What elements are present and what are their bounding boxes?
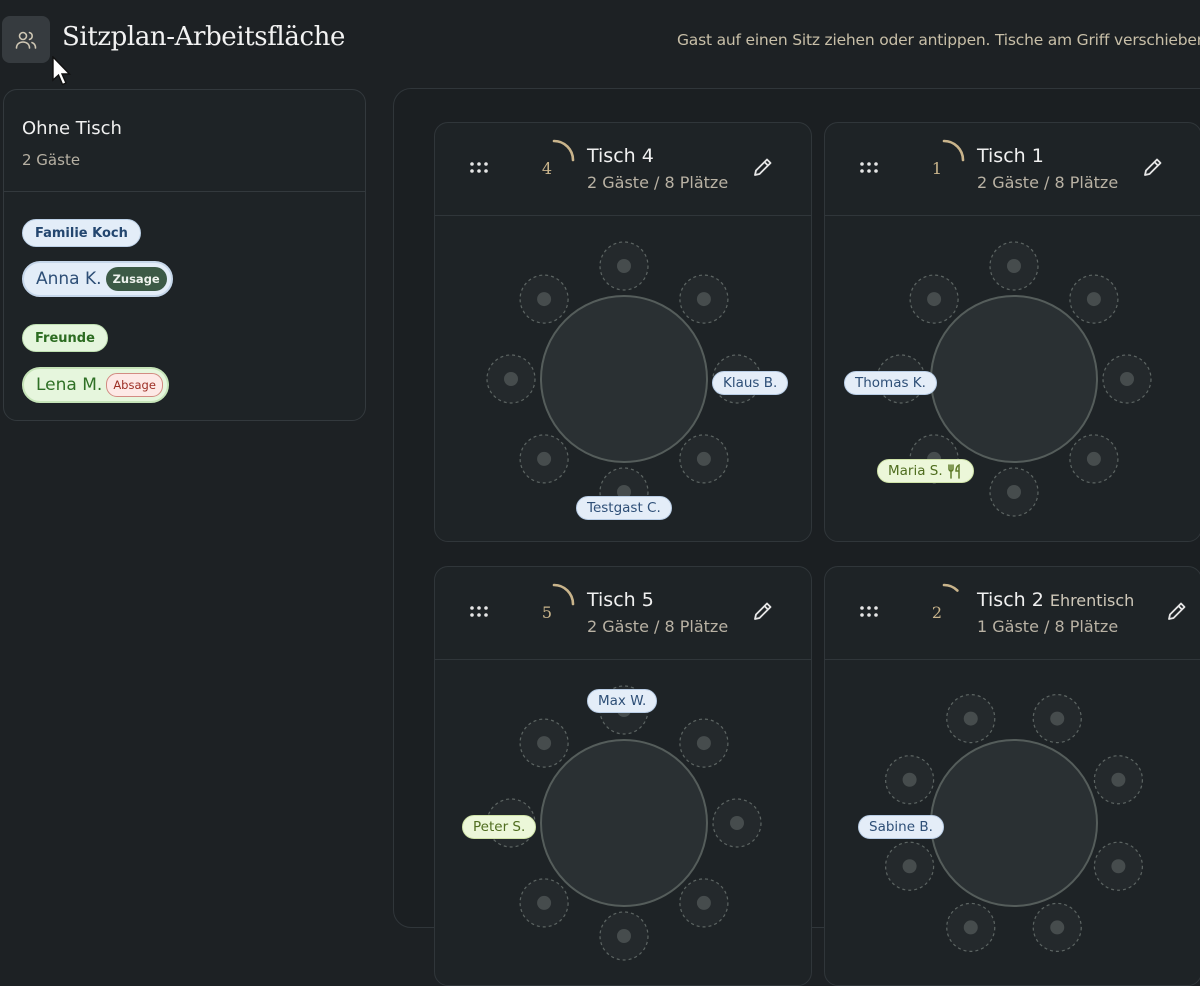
table-card-tisch-5[interactable]: 5 Tisch 5 2 Gäste / 8 Plätze Max W. Pete… bbox=[434, 566, 812, 986]
seat[interactable] bbox=[1093, 755, 1143, 805]
table-card-header: 2 Tisch 2 Ehrentisch 1 Gäste / 8 Plätze bbox=[825, 567, 1200, 660]
seat[interactable] bbox=[712, 798, 762, 848]
seat[interactable] bbox=[1069, 434, 1119, 484]
fork-knife-icon bbox=[947, 463, 960, 479]
seat[interactable] bbox=[519, 274, 569, 324]
round-table bbox=[930, 739, 1098, 907]
table-stats: 2 Gäste / 8 Plätze bbox=[587, 617, 729, 636]
seated-guest-peter[interactable]: Peter S. bbox=[462, 815, 537, 839]
drag-handle-icon[interactable] bbox=[469, 161, 489, 175]
pencil-icon[interactable] bbox=[751, 599, 775, 623]
unassigned-title: Ohne Tisch bbox=[22, 118, 122, 139]
table-card-tisch-1[interactable]: 1 Tisch 1 2 Gäste / 8 Plätze Thomas K. M… bbox=[824, 122, 1200, 542]
guest-chip-anna[interactable]: Anna K. Zusage bbox=[22, 261, 173, 297]
drag-handle-icon[interactable] bbox=[859, 161, 879, 175]
round-table bbox=[540, 295, 708, 463]
table-name: Tisch 2 Ehrentisch bbox=[977, 589, 1135, 611]
users-icon bbox=[15, 31, 37, 49]
seat[interactable] bbox=[519, 878, 569, 928]
seat[interactable] bbox=[486, 354, 536, 404]
status-badge-absage: Absage bbox=[106, 373, 163, 397]
table-card-header: 1 Tisch 1 2 Gäste / 8 Plätze bbox=[825, 123, 1200, 216]
round-table bbox=[540, 739, 708, 907]
seat[interactable] bbox=[679, 434, 729, 484]
table-card-header: 4 Tisch 4 2 Gäste / 8 Plätze bbox=[435, 123, 811, 216]
group-pill-freunde[interactable]: Freunde bbox=[22, 324, 108, 352]
table-name: Tisch 5 bbox=[587, 589, 654, 611]
instruction-text: Gast auf einen Sitz ziehen oder antippen… bbox=[677, 31, 1200, 49]
seat[interactable] bbox=[1032, 902, 1082, 952]
table-number: 5 bbox=[541, 603, 553, 622]
seat[interactable] bbox=[1093, 841, 1143, 891]
unassigned-panel[interactable]: Ohne Tisch 2 Gäste Familie Koch Anna K. … bbox=[3, 89, 366, 421]
seated-guest-klaus[interactable]: Klaus B. bbox=[712, 371, 789, 395]
seat[interactable] bbox=[946, 902, 996, 952]
table-number: 4 bbox=[541, 159, 553, 178]
table-stats: 2 Gäste / 8 Plätze bbox=[977, 173, 1119, 192]
seat[interactable] bbox=[599, 241, 649, 291]
guests-toggle-button[interactable] bbox=[2, 16, 50, 63]
drag-handle-icon[interactable] bbox=[469, 605, 489, 619]
table-card-tisch-2[interactable]: 2 Tisch 2 Ehrentisch 1 Gäste / 8 Plätze S… bbox=[824, 566, 1200, 986]
seat[interactable] bbox=[519, 434, 569, 484]
seat[interactable] bbox=[599, 911, 649, 961]
table-card-tisch-4[interactable]: 4 Tisch 4 2 Gäste / 8 Plätze Klaus B. Te… bbox=[434, 122, 812, 542]
table-card-header: 5 Tisch 5 2 Gäste / 8 Plätze bbox=[435, 567, 811, 660]
seat[interactable] bbox=[519, 718, 569, 768]
divider bbox=[4, 191, 365, 192]
guest-chip-lena[interactable]: Lena M. Absage bbox=[22, 367, 169, 403]
guest-name: Lena M. bbox=[36, 375, 103, 395]
seat[interactable] bbox=[679, 878, 729, 928]
seat[interactable] bbox=[679, 274, 729, 324]
seated-guest-testgast[interactable]: Testgast C. bbox=[576, 496, 672, 520]
unassigned-count: 2 Gäste bbox=[22, 151, 81, 169]
page-title: Sitzplan-Arbeitsfläche bbox=[62, 22, 345, 52]
pencil-icon[interactable] bbox=[751, 155, 775, 179]
round-table bbox=[930, 295, 1098, 463]
seat[interactable] bbox=[989, 241, 1039, 291]
drag-handle-icon[interactable] bbox=[859, 605, 879, 619]
seat[interactable] bbox=[1069, 274, 1119, 324]
table-stats: 2 Gäste / 8 Plätze bbox=[587, 173, 729, 192]
table-name: Tisch 4 bbox=[587, 145, 654, 167]
pencil-icon[interactable] bbox=[1141, 155, 1165, 179]
table-number: 2 bbox=[931, 603, 943, 622]
seat[interactable] bbox=[1102, 354, 1152, 404]
guest-name: Anna K. bbox=[36, 269, 102, 289]
seat[interactable] bbox=[1032, 694, 1082, 744]
table-number: 1 bbox=[931, 159, 943, 178]
group-pill-familie-koch[interactable]: Familie Koch bbox=[22, 219, 141, 247]
seat[interactable] bbox=[679, 718, 729, 768]
seat[interactable] bbox=[909, 274, 959, 324]
seat[interactable] bbox=[989, 467, 1039, 517]
seated-guest-maria[interactable]: Maria S. bbox=[877, 459, 974, 483]
mouse-cursor-icon bbox=[52, 56, 72, 86]
seat[interactable] bbox=[885, 841, 935, 891]
seated-guest-max[interactable]: Max W. bbox=[587, 689, 658, 713]
seated-guest-thomas[interactable]: Thomas K. bbox=[844, 371, 937, 395]
pencil-icon[interactable] bbox=[1165, 599, 1189, 623]
table-name: Tisch 1 bbox=[977, 145, 1044, 167]
seat[interactable] bbox=[885, 755, 935, 805]
status-badge-zusage: Zusage bbox=[105, 267, 167, 291]
seat[interactable] bbox=[946, 694, 996, 744]
honor-table-tag: Ehrentisch bbox=[1049, 591, 1135, 610]
table-stats: 1 Gäste / 8 Plätze bbox=[977, 617, 1119, 636]
seated-guest-sabine[interactable]: Sabine B. bbox=[858, 815, 944, 839]
